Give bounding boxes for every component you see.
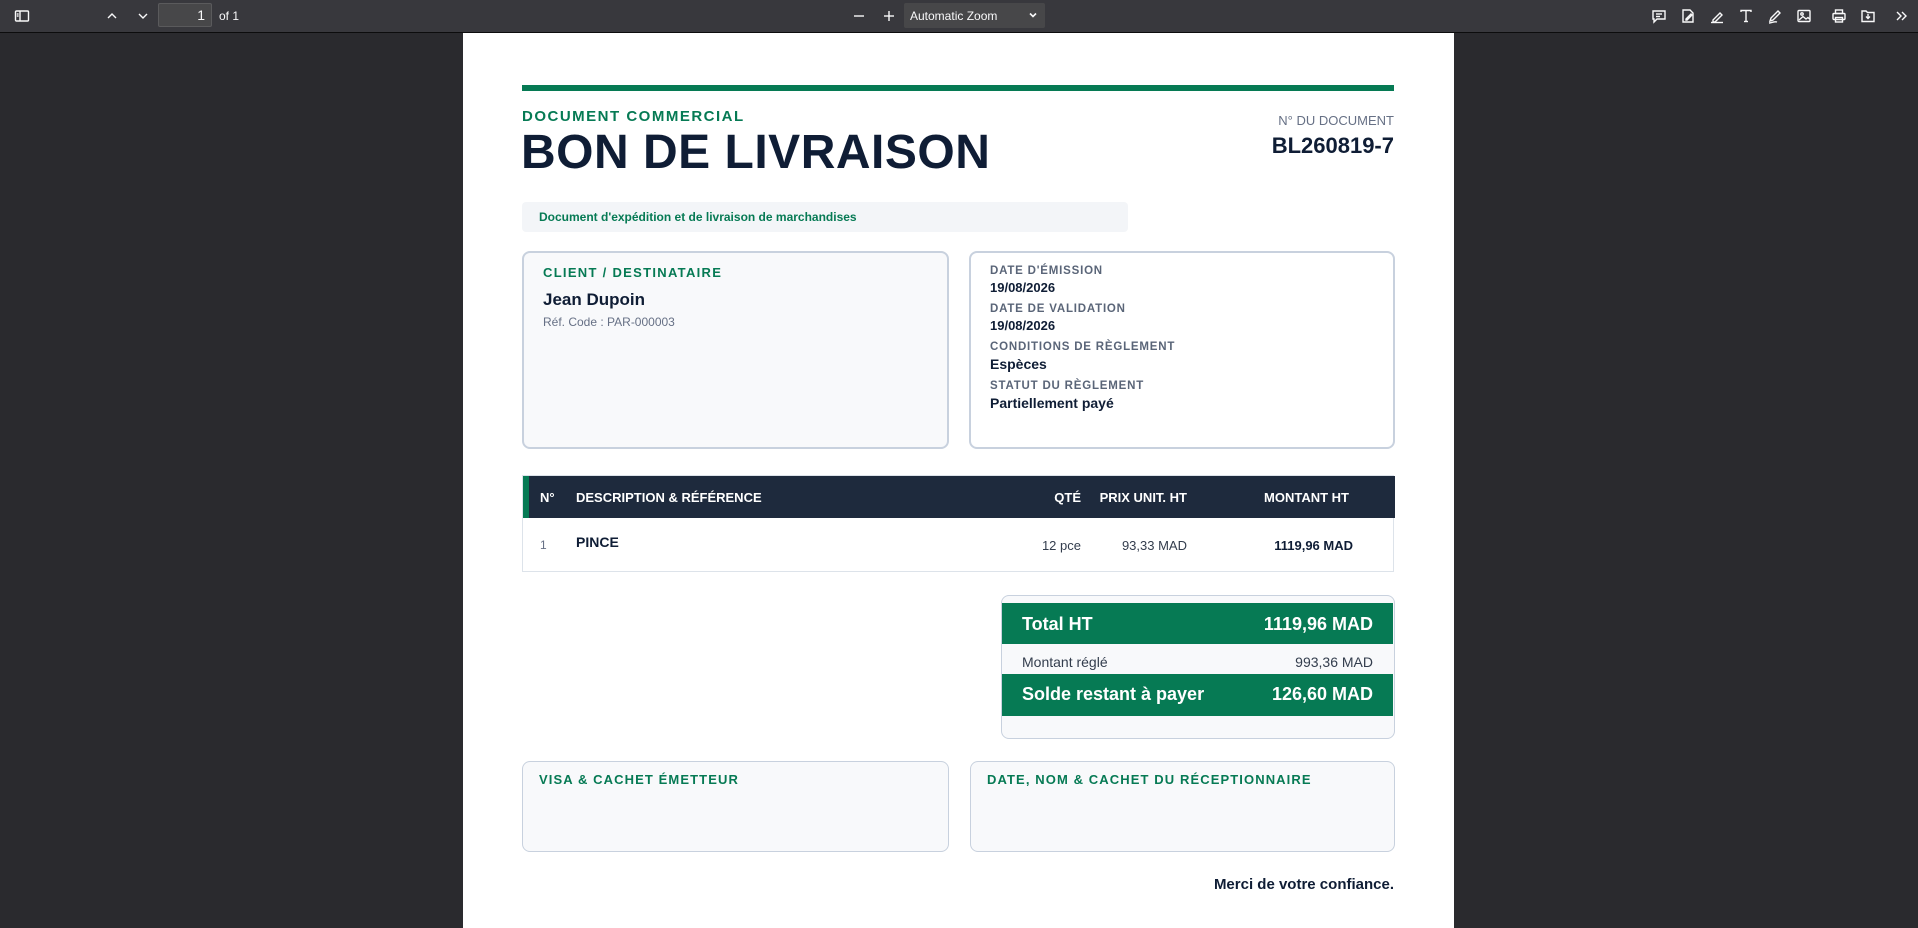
- col-header-unit-price: PRIX UNIT. HT: [1099, 490, 1187, 505]
- payment-status-label: STATUT DU RÈGLEMENT: [990, 380, 1145, 392]
- balance-due-label: Solde restant à payer: [1022, 684, 1205, 704]
- previous-page-button[interactable]: [100, 4, 124, 28]
- highlight-button[interactable]: [1705, 4, 1729, 28]
- document-page: DOCUMENT COMMERCIAL BON DE LIVRAISON N° …: [463, 33, 1454, 928]
- meta-item: DATE D'ÉMISSION 19/08/2026: [990, 265, 1374, 295]
- tools-menu-button[interactable]: [1890, 4, 1914, 28]
- validation-date-label: DATE DE VALIDATION: [990, 303, 1126, 315]
- balance-due-value: 126,60 MAD: [1271, 684, 1373, 704]
- issuer-signature-label: VISA & CACHET ÉMETTEUR: [539, 772, 739, 787]
- document-number-label: N° DU DOCUMENT: [1278, 113, 1394, 128]
- page-count-label: of 1: [219, 9, 240, 23]
- row-description: PINCE: [576, 534, 619, 550]
- image-button[interactable]: [1792, 4, 1816, 28]
- print-button[interactable]: [1827, 4, 1851, 28]
- total-ht-label: Total HT: [1022, 614, 1093, 634]
- issue-date-label: DATE D'ÉMISSION: [990, 265, 1103, 277]
- chevron-up-icon: [107, 13, 117, 19]
- comment-icon: [1652, 10, 1666, 24]
- comment-button[interactable]: [1647, 4, 1671, 28]
- table-row: 1 PINCE 12 pce 93,33 MAD 1119,96 MAD: [523, 518, 1393, 571]
- zoom-out-button[interactable]: [847, 4, 871, 28]
- client-card: CLIENT / DESTINATAIRE Jean Dupoin Réf. C…: [522, 251, 949, 449]
- pdf-toolbar: of 1 Automatic Zoom: [0, 0, 1918, 33]
- zoom-in-icon: [884, 11, 894, 21]
- sidebar-toggle-icon: [14, 10, 30, 22]
- document-meta-card: DATE D'ÉMISSION 19/08/2026 DATE DE VALID…: [969, 251, 1395, 449]
- accent-bar: [522, 85, 1394, 91]
- amount-paid-row: Montant réglé 993,36 MAD: [1002, 649, 1393, 674]
- row-quantity: 12 pce: [1041, 538, 1081, 553]
- client-name: Jean Dupoin: [543, 290, 646, 309]
- meta-item: STATUT DU RÈGLEMENT Partiellement payé: [990, 380, 1374, 411]
- receiver-signature-label: DATE, NOM & CACHET DU RÉCEPTIONNAIRE: [987, 772, 1312, 787]
- validation-date-value: 19/08/2026: [990, 318, 1056, 333]
- payment-terms-label: CONDITIONS DE RÈGLEMENT: [990, 341, 1176, 353]
- signature-icon: [1682, 9, 1694, 23]
- highlight-icon: [1711, 12, 1723, 24]
- row-amount: 1119,96 MAD: [1274, 538, 1353, 553]
- client-section-title: CLIENT / DESTINATAIRE: [543, 265, 723, 280]
- amount-paid-label: Montant réglé: [1022, 654, 1108, 670]
- balance-due-row: Solde restant à payer 126,60 MAD: [1002, 674, 1393, 716]
- zoom-in-button[interactable]: [877, 4, 901, 28]
- signature-button[interactable]: [1676, 4, 1700, 28]
- row-number: 1: [540, 538, 547, 552]
- col-header-no: N°: [540, 490, 555, 505]
- double-chevron-right-icon: [1896, 11, 1907, 21]
- document-subtitle: Document d'expédition et de livraison de…: [522, 202, 1128, 232]
- text-icon: [1740, 9, 1752, 23]
- total-ht-row: Total HT 1119,96 MAD: [1002, 603, 1393, 644]
- save-button[interactable]: [1856, 4, 1880, 28]
- save-icon: [1861, 10, 1875, 23]
- items-table: N° DESCRIPTION & RÉFÉRENCE QTÉ PRIX UNIT…: [522, 475, 1395, 572]
- draw-button[interactable]: [1763, 4, 1787, 28]
- next-page-button[interactable]: [131, 4, 155, 28]
- payment-terms-value: Espèces: [990, 356, 1047, 372]
- sidebar-toggle-button[interactable]: [10, 4, 34, 28]
- meta-item: CONDITIONS DE RÈGLEMENT Espèces: [990, 341, 1374, 372]
- meta-item: DATE DE VALIDATION 19/08/2026: [990, 303, 1374, 333]
- col-header-qty: QTÉ: [1054, 490, 1081, 505]
- issuer-signature-box: VISA & CACHET ÉMETTEUR: [522, 761, 949, 852]
- col-header-amount: MONTANT HT: [1264, 490, 1349, 505]
- chevron-down-icon: [138, 13, 148, 19]
- document-kicker: DOCUMENT COMMERCIAL: [522, 108, 745, 125]
- receiver-signature-box: DATE, NOM & CACHET DU RÉCEPTIONNAIRE: [970, 761, 1395, 852]
- total-ht-value: 1119,96 MAD: [1263, 614, 1373, 634]
- document-number: BL260819-7: [1271, 133, 1394, 158]
- image-icon: [1797, 9, 1811, 23]
- page-number-input[interactable]: [158, 3, 212, 27]
- col-header-desc: DESCRIPTION & RÉFÉRENCE: [576, 490, 762, 505]
- print-icon: [1832, 9, 1846, 23]
- chevron-down-icon: [1029, 12, 1037, 18]
- totals-box: Total HT 1119,96 MAD Montant réglé 993,3…: [1001, 595, 1395, 739]
- document-title: BON DE LIVRAISON: [521, 126, 991, 179]
- issue-date-value: 19/08/2026: [990, 280, 1056, 295]
- items-table-header: N° DESCRIPTION & RÉFÉRENCE QTÉ PRIX UNIT…: [523, 476, 1395, 518]
- zoom-out-icon: [854, 15, 864, 17]
- zoom-select[interactable]: Automatic Zoom: [904, 3, 1045, 28]
- draw-icon: [1768, 10, 1781, 24]
- amount-paid-value: 993,36 MAD: [1295, 654, 1373, 670]
- payment-status-value: Partiellement payé: [990, 395, 1114, 411]
- row-unit-price: 93,33 MAD: [1121, 538, 1187, 553]
- client-ref: Réf. Code : PAR-000003: [543, 315, 675, 329]
- zoom-select-value: Automatic Zoom: [910, 9, 998, 23]
- text-button[interactable]: [1734, 4, 1758, 28]
- thanks-note: Merci de votre confiance.: [1213, 876, 1394, 893]
